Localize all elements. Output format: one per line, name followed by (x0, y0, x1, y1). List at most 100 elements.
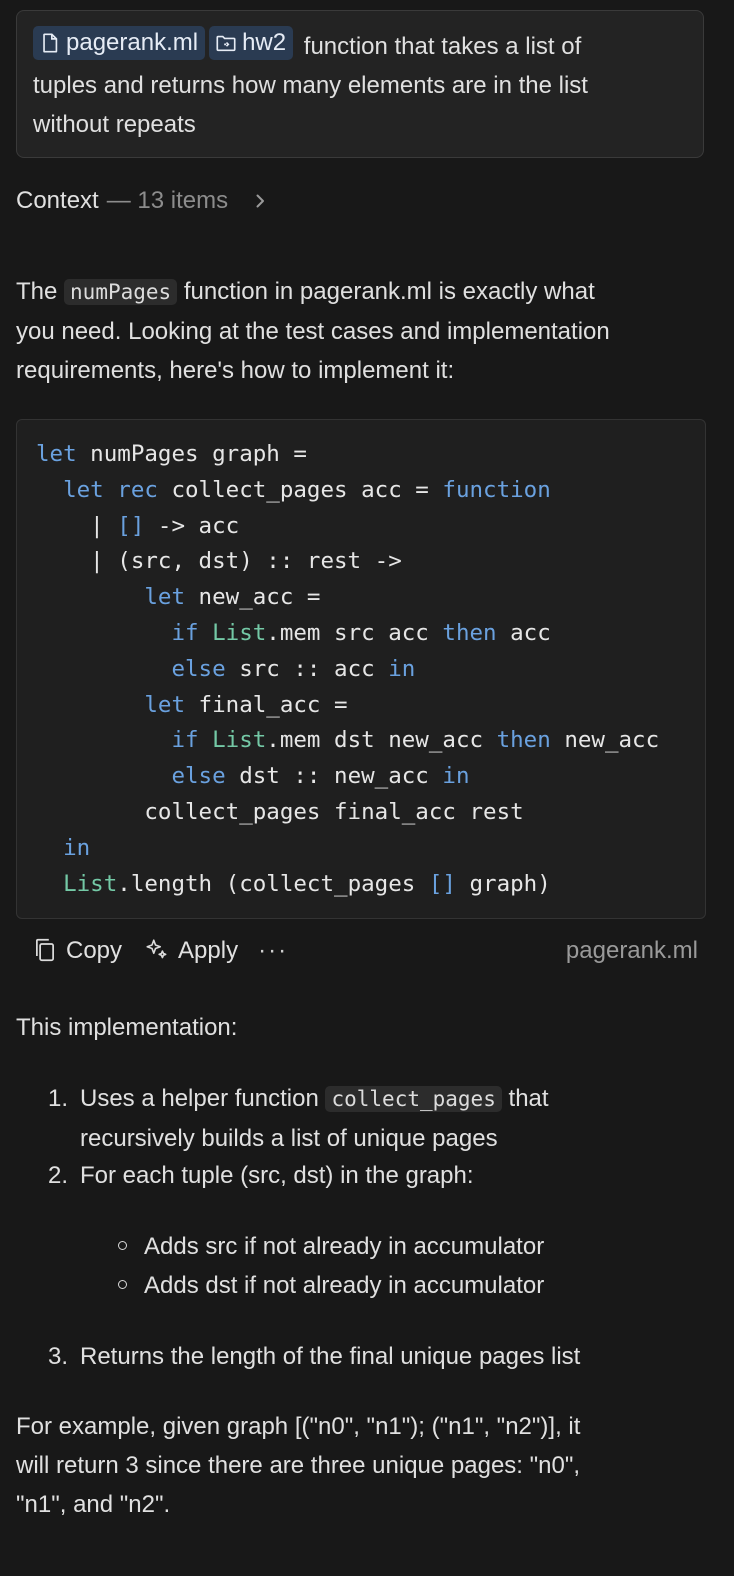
code-toolbar: Copy Apply ··· pagerank.ml (16, 930, 706, 970)
intro-after: function in pagerank.ml is exactly what (183, 278, 595, 305)
file-icon (43, 33, 58, 53)
code-text: src :: acc (225, 655, 389, 682)
example-paragraph: For example, given graph [("n0", "n1"); … (16, 1407, 706, 1524)
code-filename: pagerank.ml (565, 936, 698, 964)
code-text: dst :: new_acc (225, 763, 443, 790)
prompt-text-line2: tuples and returns how many elements are… (33, 72, 588, 99)
step2-text: For each tuple (src, dst) in the graph: (80, 1162, 474, 1189)
code-line: let rec collect_pages acc = function (36, 473, 705, 509)
code-text: new_acc (550, 727, 660, 754)
code-block: let numPages graph = let rec collect_pag… (16, 419, 706, 919)
code-line: let numPages graph = (36, 437, 705, 473)
code-keyword: in (442, 763, 470, 790)
code-line: let final_acc = (36, 688, 705, 724)
intro-line2: you need. Looking at the test cases and … (16, 318, 610, 345)
code-text: -> acc (144, 512, 240, 539)
step2-number: 2. (48, 1162, 69, 1189)
sub2-text: Adds dst if not already in accumulator (144, 1272, 545, 1299)
code-text: .length (collect_pages (117, 870, 429, 897)
code-keyword: in (63, 834, 91, 861)
code-keyword: [] (117, 512, 145, 539)
step3-number: 3. (48, 1343, 69, 1370)
example-line2: will return 3 since there are three uniq… (16, 1452, 581, 1479)
code-text: .mem src acc (266, 619, 443, 646)
code-line: collect_pages final_acc rest (36, 795, 705, 831)
code-text: acc (496, 619, 551, 646)
step1-after: that (508, 1085, 549, 1112)
code-keyword: else (171, 655, 226, 682)
copy-button[interactable]: Copy (32, 931, 122, 970)
code-line: List.length (collect_pages [] graph) (36, 867, 705, 903)
code-keyword: if (171, 727, 199, 754)
code-line: else src :: acc in (36, 652, 705, 688)
folder-chip[interactable]: hw2 (209, 26, 294, 60)
more-options-button[interactable]: ··· (258, 931, 288, 970)
code-text: new_acc = (185, 584, 321, 611)
code-keyword: then (496, 727, 551, 754)
code-line: let new_acc = (36, 580, 705, 616)
chevron-right-icon (256, 194, 265, 207)
code-keyword: let (144, 584, 186, 611)
sparkle-icon (146, 939, 167, 959)
context-count: — 13 items (106, 187, 229, 214)
code-module: List (212, 619, 267, 646)
code-text: graph) (455, 870, 551, 897)
code-line: | (src, dst) :: rest -> (36, 544, 705, 580)
code-keyword: let (144, 691, 186, 718)
code-keyword: then (442, 619, 497, 646)
code-keyword: else (171, 763, 226, 790)
code-line: | [] -> acc (36, 509, 705, 545)
code-keyword: in (388, 655, 416, 682)
code-module: List (63, 870, 118, 897)
file-chip-label: pagerank.ml (66, 29, 199, 56)
hollow-bullet-icon (118, 1280, 127, 1289)
prompt-message: pagerank.ml hw2 function that takes a li… (16, 10, 704, 158)
code-text: final_acc = (185, 691, 348, 718)
context-toggle[interactable]: Context — 13 items (16, 181, 270, 220)
file-chip[interactable]: pagerank.ml (33, 26, 206, 60)
example-line3: "n1", and "n2". (16, 1491, 171, 1518)
step3-text: Returns the length of the final unique p… (80, 1343, 581, 1370)
example-line1: For example, given graph [("n0", "n1"); … (16, 1413, 581, 1440)
code-line: in (36, 831, 705, 867)
code-text: collect_pages acc = (157, 476, 443, 503)
folder-icon (216, 35, 236, 52)
inline-code-collect-pages: collect_pages (325, 1086, 502, 1112)
code-line: else dst :: new_acc in (36, 759, 705, 795)
code-module: List (212, 727, 267, 754)
apply-button[interactable]: Apply (144, 931, 238, 970)
intro-paragraph: The numPages function in pagerank.ml is … (16, 272, 706, 390)
code-text: collect_pages final_acc rest (36, 798, 524, 825)
code-text: | (36, 512, 118, 539)
code-line: if List.mem dst new_acc then new_acc (36, 723, 705, 759)
hollow-bullet-icon (118, 1241, 127, 1250)
code-keyword: [] (428, 870, 456, 897)
copy-icon (36, 938, 54, 962)
step1-number: 1. (48, 1085, 69, 1112)
intro-line3: requirements, here's how to implement it… (16, 357, 455, 384)
prompt-text-line1: function that takes a list of (303, 33, 582, 60)
code-keyword: let (36, 441, 77, 467)
inline-code-numpages: numPages (64, 279, 178, 305)
code-keyword: let rec (63, 476, 158, 503)
code-line: if List.mem src acc then acc (36, 616, 705, 652)
step1-before: Uses a helper function (80, 1085, 319, 1112)
code-keyword: function (442, 476, 551, 503)
context-label: Context (16, 187, 99, 214)
code-text: .mem dst new_acc (266, 727, 497, 754)
prompt-text-line3: without repeats (33, 111, 196, 138)
explanation-heading: This implementation: (16, 1014, 238, 1041)
intro-before: The (16, 278, 58, 305)
code-text: | (src, dst) :: rest -> (36, 548, 402, 575)
